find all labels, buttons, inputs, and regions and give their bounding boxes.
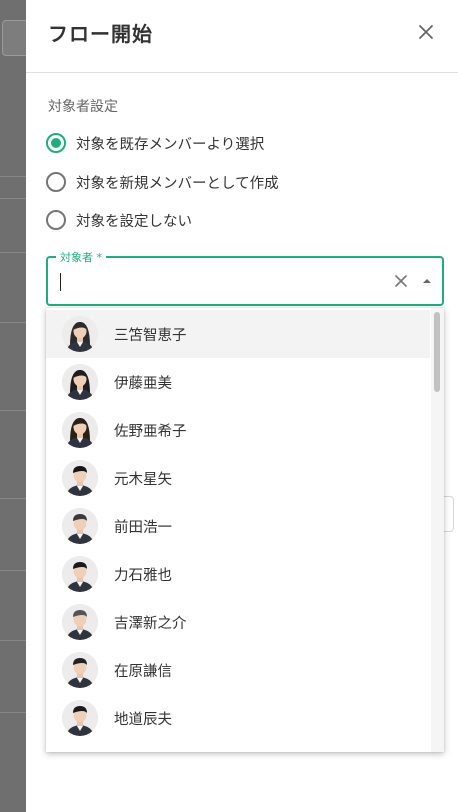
close-button[interactable]: [412, 18, 440, 46]
man-avatar: [62, 700, 98, 736]
background-field-edge: [444, 496, 454, 532]
caret-up-icon: [423, 279, 431, 283]
member-option[interactable]: 地道辰夫: [46, 694, 430, 742]
member-name: 地道辰夫: [114, 712, 172, 728]
member-name: 佐野亜希子: [114, 424, 187, 440]
background-divider: [0, 498, 26, 499]
woman-avatar: [62, 316, 98, 352]
member-name: 前田浩一: [114, 520, 172, 536]
member-name: 三笘智恵子: [114, 328, 187, 344]
background-divider: [0, 252, 26, 253]
target-field-label: 対象者 *: [56, 249, 106, 265]
clear-button[interactable]: [392, 272, 410, 290]
background-divider: [0, 410, 26, 411]
member-name: 在原謙信: [114, 664, 172, 680]
man-avatar: [62, 556, 98, 592]
background-divider: [0, 570, 26, 571]
section-label: 対象者設定: [48, 99, 118, 115]
dropdown-toggle-button[interactable]: [418, 272, 436, 290]
man-avatar: [62, 604, 98, 640]
target-autocomplete[interactable]: 対象者 *: [46, 249, 444, 306]
flow-start-drawer: フロー開始 対象者設定 対象を既存メンバーより選択 対象を新規メンバーとして作成…: [26, 0, 458, 812]
close-icon: [395, 275, 407, 287]
target-search-input[interactable]: [58, 268, 368, 294]
background-divider: [0, 198, 26, 199]
member-option[interactable]: 伊藤亜美: [46, 358, 430, 406]
member-option[interactable]: 元木星矢: [46, 454, 430, 502]
scrollbar-thumb[interactable]: [434, 312, 440, 392]
drawer-header: フロー開始: [26, 0, 458, 73]
member-name: 元木星矢: [114, 472, 172, 488]
member-option[interactable]: 在原謙信: [46, 646, 430, 694]
background-control: [2, 20, 26, 56]
woman-avatar: [62, 412, 98, 448]
background-divider: [0, 176, 26, 177]
radio-label: 対象を既存メンバーより選択: [76, 136, 265, 153]
background-divider: [0, 712, 26, 713]
man-avatar: [62, 652, 98, 688]
radio-label: 対象を設定しない: [76, 213, 192, 230]
member-option[interactable]: 吉澤新之介: [46, 598, 430, 646]
member-option[interactable]: 佐野亜希子: [46, 406, 430, 454]
close-icon: [419, 25, 433, 39]
member-name: 伊藤亜美: [114, 376, 172, 392]
text-cursor: [60, 273, 61, 291]
member-name: 力石雅也: [114, 568, 172, 584]
man-avatar: [62, 508, 98, 544]
man-avatar: [62, 460, 98, 496]
member-listbox: 三笘智恵子伊藤亜美佐野亜希子元木星矢前田浩一力石雅也吉澤新之介在原謙信地道辰夫: [46, 308, 444, 752]
radio-button[interactable]: [46, 172, 66, 192]
woman-avatar: [62, 364, 98, 400]
radio-button[interactable]: [46, 210, 66, 230]
radio-existing-member[interactable]: 対象を既存メンバーより選択: [46, 130, 264, 156]
radio-button[interactable]: [46, 133, 66, 153]
member-option[interactable]: 三笘智恵子: [46, 310, 430, 358]
member-name: 吉澤新之介: [114, 616, 187, 632]
background-divider: [0, 322, 26, 323]
background-divider: [0, 640, 26, 641]
radio-label: 対象を新規メンバーとして作成: [76, 175, 279, 192]
drawer-title: フロー開始: [48, 22, 153, 46]
background-page: [0, 0, 26, 812]
radio-new-member[interactable]: 対象を新規メンバーとして作成: [46, 169, 279, 195]
member-option[interactable]: 力石雅也: [46, 550, 430, 598]
member-option[interactable]: 前田浩一: [46, 502, 430, 550]
radio-no-target[interactable]: 対象を設定しない: [46, 207, 192, 233]
